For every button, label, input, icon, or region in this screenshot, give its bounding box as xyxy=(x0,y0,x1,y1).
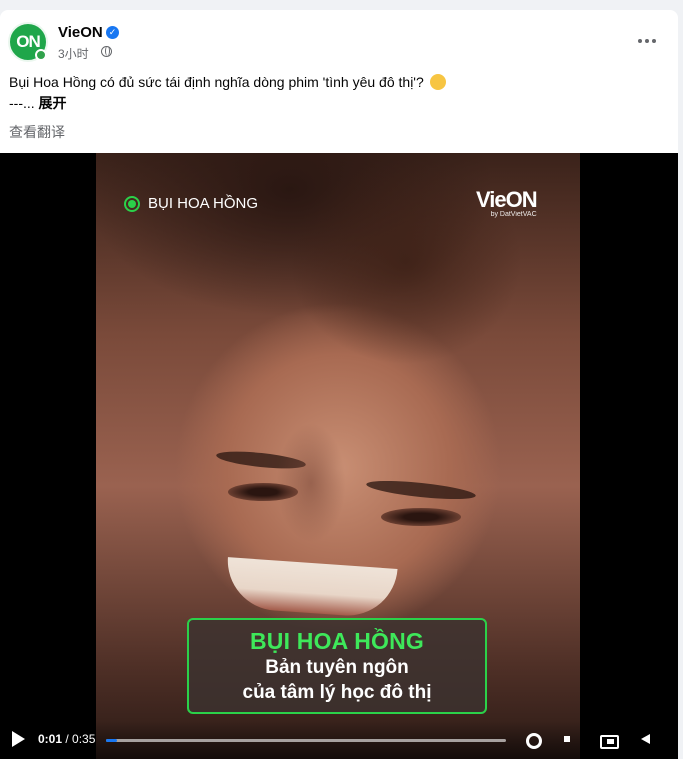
record-dot-icon xyxy=(124,195,140,212)
online-status-icon xyxy=(35,49,47,61)
total-time: 0:35 xyxy=(72,732,96,746)
more-options-icon[interactable] xyxy=(634,28,660,54)
video-player[interactable]: BỤI HOA HỒNG VieON by DatVietVAC BỤI HOA… xyxy=(0,153,678,759)
fullscreen-icon[interactable] xyxy=(600,732,619,749)
globe-icon xyxy=(101,46,112,57)
subtitle-title: BỤI HOA HỒNG xyxy=(249,628,425,654)
settings-gear-icon[interactable] xyxy=(524,732,542,749)
volume-icon[interactable] xyxy=(640,732,656,746)
caption-text: Bụi Hoa Hồng có đủ sức tái định nghĩa dò… xyxy=(9,74,424,90)
expand-link[interactable]: 展开 xyxy=(39,95,67,111)
time-display: 0:01 / 0:35 xyxy=(38,732,95,746)
post-caption: Bụi Hoa Hồng có đủ sức tái định nghĩa dò… xyxy=(9,72,649,114)
post-header: ON VieON ✓ 3小时 xyxy=(0,10,678,70)
see-translation-link[interactable]: 查看翻译 xyxy=(9,122,65,142)
subtitle-line-1: Bản tuyên ngôn xyxy=(265,657,409,678)
subtitle-box: BỤI HOA HỒNG Bản tuyên ngôn của tâm lý h… xyxy=(187,618,487,714)
vieon-watermark: VieON by DatVietVAC xyxy=(476,187,538,218)
quality-icon[interactable] xyxy=(562,732,578,746)
show-title-tag-text: BỤI HOA HỒNG xyxy=(148,195,259,212)
show-title-tag: BỤI HOA HỒNG xyxy=(124,195,258,212)
thinking-face-icon xyxy=(429,74,446,90)
progress-fill xyxy=(106,739,118,742)
time-separator: / xyxy=(62,732,73,746)
subtitle-line-2: của tâm lý học đô thị xyxy=(242,682,432,703)
right-eyebrow xyxy=(365,477,477,503)
progress-bar[interactable] xyxy=(106,739,506,742)
right-eye xyxy=(381,508,461,526)
play-icon[interactable] xyxy=(12,731,25,747)
nose-shadow xyxy=(276,423,346,543)
avatar-logo: ON xyxy=(16,32,40,51)
video-controls: 0:01 / 0:35 xyxy=(0,721,678,759)
current-time: 0:01 xyxy=(38,732,63,746)
mouth xyxy=(224,557,398,619)
watermark-sub: by DatVietVAC xyxy=(490,211,537,218)
page-avatar[interactable]: ON xyxy=(8,22,48,62)
verified-badge-icon: ✓ xyxy=(106,26,119,39)
caption-more-prefix: ---... xyxy=(9,95,35,111)
post-card: ON VieON ✓ 3小时 Bụi Hoa Hồng có đủ sức tá… xyxy=(0,10,678,759)
page-name-link[interactable]: VieON xyxy=(58,24,103,41)
watermark-logo: VieON xyxy=(476,187,538,212)
post-timestamp[interactable]: 3小时 xyxy=(58,45,89,62)
